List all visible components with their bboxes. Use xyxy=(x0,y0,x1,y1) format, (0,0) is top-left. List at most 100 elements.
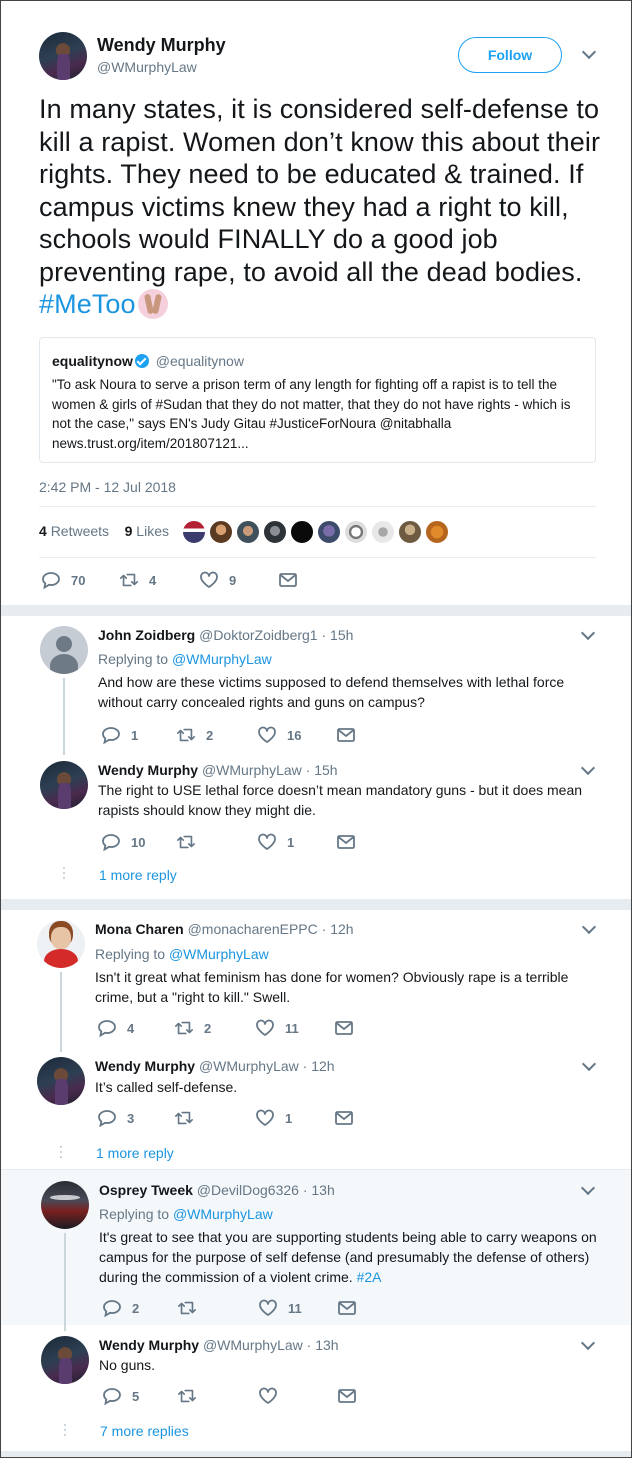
follow-button[interactable]: Follow xyxy=(458,37,562,73)
chevron-down-icon[interactable] xyxy=(580,760,596,776)
reply-action[interactable]: 4 xyxy=(97,1019,134,1037)
author-name[interactable]: John Zoidberg xyxy=(98,627,195,643)
tweet-header: Wendy Murphy @WMurphyLaw · 12h xyxy=(95,1057,335,1075)
tweet-text: In many states, it is considered self-de… xyxy=(39,93,609,321)
replying-to-link[interactable]: @WMurphyLaw xyxy=(169,946,269,962)
chevron-down-icon[interactable] xyxy=(580,625,596,641)
more-replies-link[interactable]: 1 more reply xyxy=(99,867,177,883)
reply-action[interactable]: 1 xyxy=(101,726,138,744)
hashtag-link[interactable]: #MeToo xyxy=(39,289,136,319)
chevron-down-icon[interactable] xyxy=(581,44,597,60)
retweet-action[interactable] xyxy=(177,1299,207,1317)
like-action[interactable]: 11 xyxy=(258,1299,302,1317)
like-action[interactable]: 1 xyxy=(257,833,294,851)
author-handle[interactable]: @DoktorZoidberg1 xyxy=(199,627,318,643)
reply-action[interactable]: 5 xyxy=(102,1387,139,1405)
avatar[interactable] xyxy=(40,761,88,809)
author-handle[interactable]: @DevilDog6326 xyxy=(197,1182,299,1198)
retweet-action[interactable]: 2 xyxy=(176,726,213,744)
tweet-time[interactable]: · 12h xyxy=(322,921,354,937)
like-action[interactable]: 11 xyxy=(255,1019,299,1037)
tweet-time[interactable]: · 12h xyxy=(303,1058,335,1074)
avatar[interactable] xyxy=(41,1336,89,1384)
tweet-time[interactable]: · 13h xyxy=(307,1337,339,1353)
author-handle[interactable]: @WMurphyLaw xyxy=(202,762,302,778)
message-action[interactable] xyxy=(334,1109,364,1127)
envelope-icon xyxy=(337,1299,357,1317)
author-handle[interactable]: @WMurphyLaw xyxy=(199,1058,299,1074)
tweet-timestamp[interactable]: 2:42 PM - 12 Jul 2018 xyxy=(39,479,176,495)
hashtag-link[interactable]: #2A xyxy=(357,1269,382,1285)
liker-avatar[interactable] xyxy=(316,519,342,545)
chevron-down-icon[interactable] xyxy=(580,1335,596,1351)
envelope-icon xyxy=(334,1109,354,1127)
likes-stat[interactable]: 9 Likes xyxy=(125,523,169,539)
chevron-down-icon[interactable] xyxy=(581,919,597,935)
divider xyxy=(39,557,596,558)
tweet-time[interactable]: · 13h xyxy=(303,1182,335,1198)
liker-avatar[interactable] xyxy=(289,519,315,545)
replying-to-link[interactable]: @WMurphyLaw xyxy=(173,1206,273,1222)
retweets-stat[interactable]: 4 Retweets xyxy=(39,523,109,539)
author-name[interactable]: Wendy Murphy xyxy=(95,1058,195,1074)
like-action[interactable]: 9 xyxy=(199,571,236,589)
author-handle[interactable]: @WMurphyLaw xyxy=(203,1337,303,1353)
reply-action[interactable]: 3 xyxy=(97,1109,134,1127)
more-replies-link[interactable]: 7 more replies xyxy=(100,1423,189,1439)
author-name[interactable]: Wendy Murphy xyxy=(98,762,198,778)
reply-action[interactable]: 2 xyxy=(102,1299,139,1317)
message-action[interactable] xyxy=(336,833,366,851)
liker-avatar[interactable] xyxy=(424,519,450,545)
divider xyxy=(1,1169,631,1170)
retweet-action[interactable] xyxy=(174,1109,204,1127)
message-action[interactable] xyxy=(334,1019,364,1037)
heart-icon xyxy=(258,1387,278,1405)
heart-icon xyxy=(257,726,277,744)
message-action[interactable] xyxy=(278,571,308,589)
reply-icon xyxy=(101,726,121,744)
message-action[interactable] xyxy=(337,1387,367,1405)
author-name[interactable]: Osprey Tweek xyxy=(99,1182,193,1198)
author-name[interactable]: Wendy Murphy xyxy=(97,35,226,56)
liker-avatar[interactable] xyxy=(397,519,423,545)
avatar[interactable] xyxy=(37,1057,85,1105)
reply-action[interactable]: 10 xyxy=(101,833,145,851)
envelope-icon xyxy=(337,1387,357,1405)
chevron-down-icon[interactable] xyxy=(581,1056,597,1072)
replying-to-link[interactable]: @WMurphyLaw xyxy=(172,651,272,667)
like-action[interactable] xyxy=(258,1387,288,1405)
message-action[interactable] xyxy=(337,1299,367,1317)
tweet-time[interactable]: · 15h xyxy=(306,762,338,778)
liker-avatar[interactable] xyxy=(343,519,369,545)
avatar[interactable] xyxy=(39,32,87,80)
heart-icon xyxy=(255,1109,275,1127)
like-action[interactable]: 16 xyxy=(257,726,301,744)
quoted-tweet[interactable]: equalitynow @equalitynow "To ask Noura t… xyxy=(39,337,596,463)
author-handle[interactable]: @monacharenEPPC xyxy=(188,921,318,937)
author-name[interactable]: Wendy Murphy xyxy=(99,1337,199,1353)
avatar[interactable] xyxy=(37,920,85,968)
liker-avatar[interactable] xyxy=(208,519,234,545)
replying-to: Replying to @WMurphyLaw xyxy=(98,650,272,668)
liker-avatar[interactable] xyxy=(262,519,288,545)
retweet-count: 2 xyxy=(204,1020,212,1036)
reply-count: 70 xyxy=(71,572,86,588)
tweet-time[interactable]: · 15h xyxy=(322,627,354,643)
retweet-action[interactable] xyxy=(176,833,206,851)
avatar[interactable] xyxy=(40,626,88,674)
retweet-action[interactable]: 4 xyxy=(119,571,156,589)
retweet-action[interactable]: 2 xyxy=(174,1019,211,1037)
more-replies-link[interactable]: 1 more reply xyxy=(96,1145,174,1161)
liker-avatar[interactable] xyxy=(370,519,396,545)
avatar[interactable] xyxy=(41,1181,89,1229)
engagement-stats: 4 Retweets 9 Likes xyxy=(39,523,169,539)
author-handle[interactable]: @WMurphyLaw xyxy=(97,59,197,75)
retweet-action[interactable] xyxy=(177,1387,207,1405)
liker-avatar[interactable] xyxy=(235,519,261,545)
liker-avatar[interactable] xyxy=(181,519,207,545)
message-action[interactable] xyxy=(336,726,366,744)
like-action[interactable]: 1 xyxy=(255,1109,292,1127)
tweet-header: Wendy Murphy @WMurphyLaw · 15h xyxy=(98,761,338,779)
reply-action[interactable]: 70 xyxy=(41,571,85,589)
author-name[interactable]: Mona Charen xyxy=(95,921,184,937)
